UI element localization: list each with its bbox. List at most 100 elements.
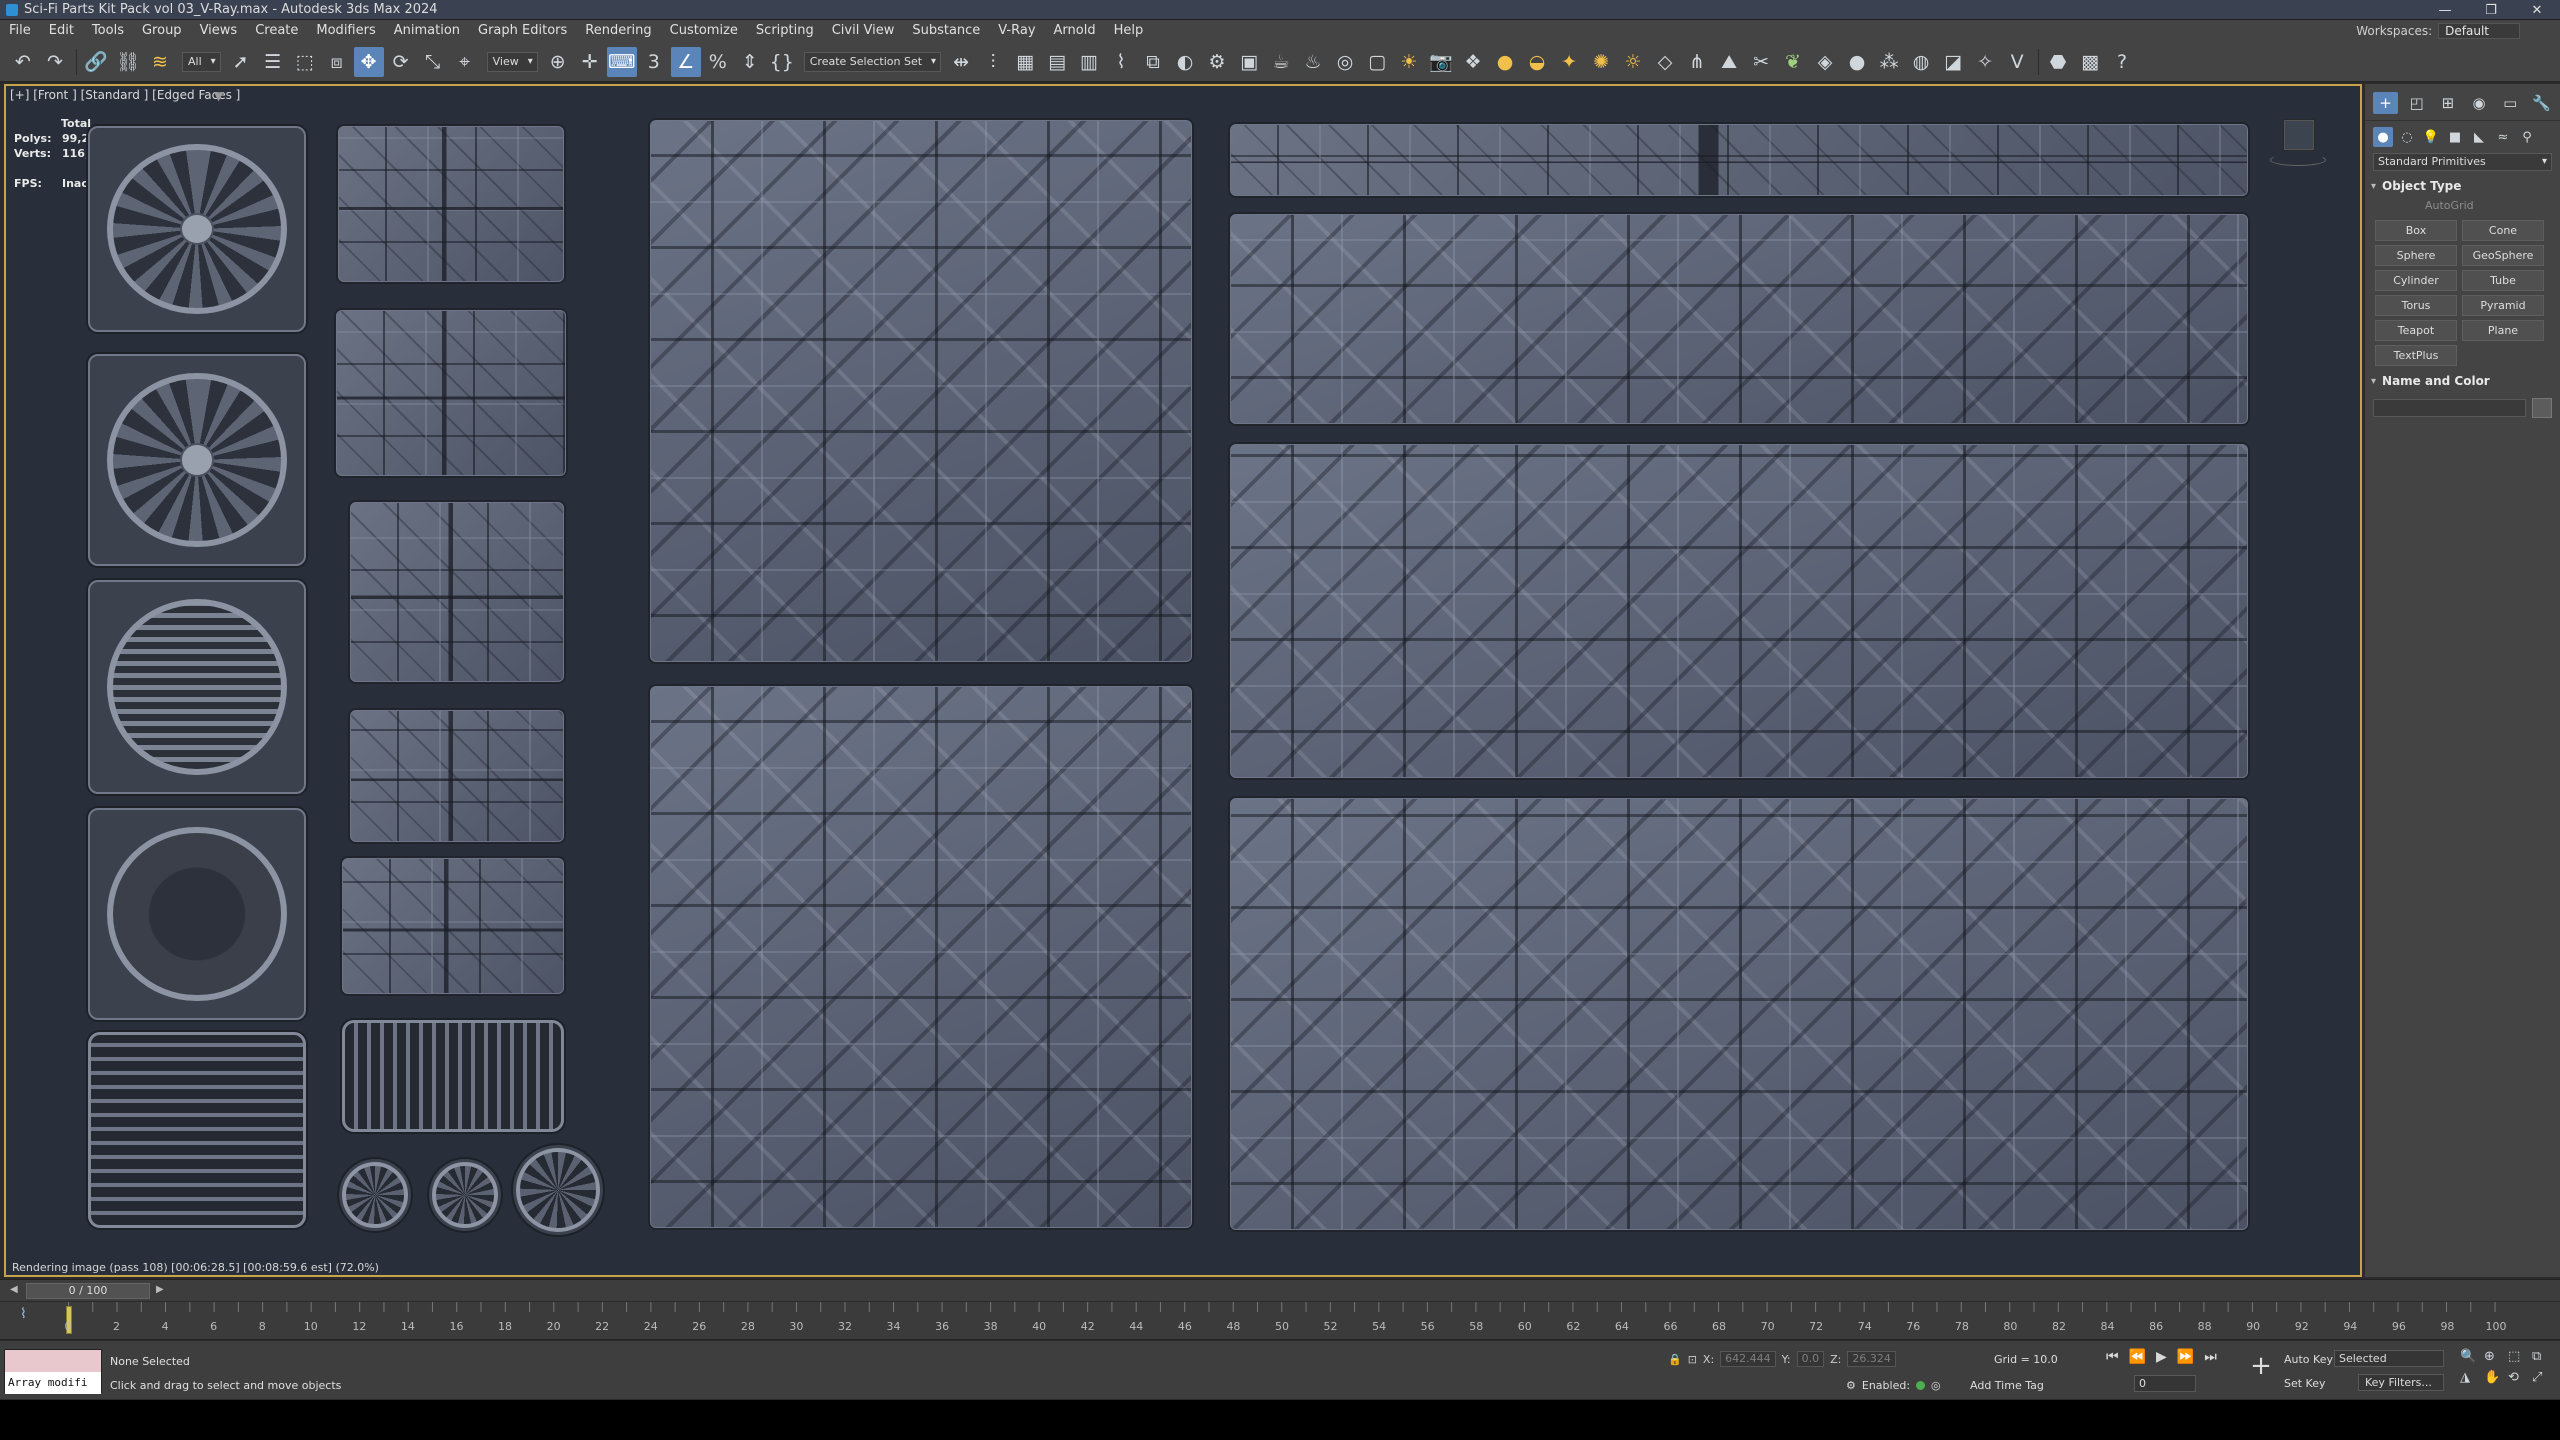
utilities-tab-icon[interactable]: 🔧 [2529, 92, 2554, 114]
viewport-label-menu[interactable]: [+] [Front ] [Standard ] [Edged Faces ] [10, 88, 240, 102]
adaptive-degradation-icon[interactable]: ⚙ [1846, 1379, 1856, 1392]
angle-snap-icon[interactable]: ∠ [670, 46, 701, 77]
select-by-name-icon[interactable]: ☰ [258, 47, 288, 77]
arnold-icon[interactable]: ⬣ [2043, 47, 2073, 77]
mini-fan-2[interactable] [432, 1162, 498, 1228]
sci-fi-panel-large-2[interactable] [650, 686, 1192, 1228]
menu-animation[interactable]: Animation [385, 20, 469, 42]
pivot-center-icon[interactable]: ⊕ [543, 47, 573, 77]
vray-material-icon[interactable]: ⁂ [1874, 47, 1904, 77]
sci-fi-wide-panel-2[interactable] [1230, 444, 2248, 778]
tube-button[interactable]: Tube [2462, 270, 2544, 291]
menu-rendering[interactable]: Rendering [576, 20, 660, 42]
schematic-view-icon[interactable]: ⧉ [1138, 47, 1168, 77]
zoom-extents-all-icon[interactable]: ⧉ [2532, 1349, 2552, 1364]
shapes-icon[interactable]: ◌ [2397, 127, 2417, 147]
time-slider[interactable]: 0 / 100 [26, 1283, 150, 1299]
toggle-ribbon-icon[interactable]: ▥ [1074, 47, 1104, 77]
rect-selection-icon[interactable]: ⬚ [290, 47, 320, 77]
vray-cosmos-icon[interactable]: ✧ [1970, 47, 2000, 77]
teapot-button[interactable]: Teapot [2375, 320, 2457, 341]
vray-sphere-icon[interactable]: ● [1842, 47, 1872, 77]
torus-button[interactable]: Torus [2375, 295, 2457, 316]
named-selection-dropdown[interactable]: Create Selection Set [803, 51, 942, 72]
vray-clipper-icon[interactable]: ✂ [1746, 47, 1776, 77]
fan-part-1[interactable] [88, 126, 306, 332]
time-prev-icon[interactable]: ◀ [10, 1284, 18, 1295]
create-tab-icon[interactable]: + [2373, 92, 2399, 114]
systems-icon[interactable]: ⚲ [2517, 127, 2537, 147]
ref-coord-dropdown[interactable]: View [486, 51, 538, 72]
track-bar[interactable]: ⌇ 0 2 4 6 8 10 12 14 16 18 20 22 24 26 28 30 32 34 36 38 40 4… [0, 1302, 2560, 1340]
mini-fan-1[interactable] [342, 1162, 408, 1228]
keyboard-shortcut-toggle-icon[interactable]: ⌨ [606, 46, 637, 77]
plane-button[interactable]: Plane [2462, 320, 2544, 341]
vray-ambient-light-icon[interactable]: ☼ [1618, 47, 1648, 77]
spinner-snap-icon[interactable]: ⇕ [735, 47, 765, 77]
edit-named-selection-icon[interactable]: {} [767, 47, 797, 77]
render-setup-icon[interactable]: ⚙ [1202, 47, 1232, 77]
sci-fi-panel-small-1[interactable] [338, 126, 564, 282]
zoom-extents-icon[interactable]: ⬚ [2508, 1349, 2528, 1364]
link-icon[interactable]: 🔗 [81, 47, 111, 77]
menu-modifiers[interactable]: Modifiers [307, 20, 384, 42]
menu-create[interactable]: Create [246, 20, 307, 42]
box-button[interactable]: Box [2375, 220, 2457, 241]
zoom-icon[interactable]: 🔍 [2460, 1349, 2480, 1364]
unlink-icon[interactable]: ⛓ [113, 47, 143, 77]
select-move-icon[interactable]: ✥ [353, 46, 384, 77]
cylinder-button[interactable]: Cylinder [2375, 270, 2457, 291]
rendered-frame-window-icon[interactable]: ▣ [1234, 47, 1264, 77]
space-warps-icon[interactable]: ≈ [2493, 127, 2513, 147]
vray-scatter-icon[interactable]: ❦ [1778, 47, 1808, 77]
play-icon[interactable]: ▶ [2156, 1349, 2167, 1365]
autogrid-checkbox[interactable]: AutoGrid [2425, 199, 2560, 212]
restore-icon[interactable]: ❐ [2468, 0, 2514, 20]
vray-vision-icon[interactable]: ◪ [1938, 47, 1968, 77]
mesh-light-icon[interactable]: ▩ [2075, 47, 2105, 77]
menu-vray[interactable]: V-Ray [989, 20, 1044, 42]
name-color-rollout[interactable]: Name and Color [2371, 374, 2554, 388]
vray-proxy-icon[interactable]: ❖ [1458, 47, 1488, 77]
menu-graph-editors[interactable]: Graph Editors [469, 20, 576, 42]
x-coordinate-field[interactable]: 642.444 [1720, 1351, 1776, 1367]
fan-part-2[interactable] [88, 354, 306, 566]
helpers-icon[interactable]: ◣ [2469, 127, 2489, 147]
viewport-filter-icon[interactable]: ▼ [214, 89, 223, 103]
mirror-icon[interactable]: ⇹ [946, 47, 976, 77]
sci-fi-panel-small-4[interactable] [350, 710, 564, 842]
sci-fi-panel-small-5[interactable] [342, 858, 564, 994]
menu-substance[interactable]: Substance [903, 20, 989, 42]
window-crossing-icon[interactable]: ⧈ [322, 47, 352, 77]
select-manipulate-icon[interactable]: ✛ [575, 47, 605, 77]
vray-fur-icon[interactable]: ⋔ [1682, 47, 1712, 77]
vray-plane-icon[interactable]: ◇ [1650, 47, 1680, 77]
sci-fi-wide-panel-3[interactable] [1230, 798, 2248, 1230]
close-icon[interactable]: ✕ [2514, 0, 2560, 20]
listener-output[interactable] [5, 1350, 101, 1372]
modify-tab-icon[interactable]: ◰ [2404, 92, 2429, 114]
minimize-icon[interactable]: — [2422, 0, 2468, 20]
percent-snap-icon[interactable]: % [703, 47, 733, 77]
sphere-button[interactable]: Sphere [2375, 245, 2457, 266]
object-type-rollout[interactable]: Object Type [2371, 179, 2554, 193]
key-selection-dropdown[interactable]: Selected [2334, 1350, 2444, 1367]
render-production-icon[interactable]: ☕ [1266, 47, 1296, 77]
viewcube[interactable] [2284, 120, 2314, 150]
z-coordinate-field[interactable]: 26.324 [1847, 1351, 1896, 1367]
time-tag-icon[interactable]: ◎ [1931, 1379, 1941, 1392]
y-coordinate-field[interactable]: 0.0 [1796, 1351, 1825, 1367]
auto-key-button[interactable]: Auto Key [2284, 1353, 2333, 1366]
vray-frame-buffer-icon[interactable]: ▢ [1362, 47, 1392, 77]
sci-fi-panel-small-2[interactable] [336, 310, 566, 476]
viewcube-compass[interactable] [2270, 154, 2326, 166]
menu-file[interactable]: File [0, 20, 40, 42]
maximize-viewport-icon[interactable]: ⤢ [2532, 1370, 2552, 1385]
current-frame-field[interactable]: 0 [2134, 1375, 2196, 1392]
object-color-swatch[interactable] [2532, 398, 2552, 418]
vray-logo-icon[interactable]: V [2002, 47, 2032, 77]
set-key-button[interactable]: Set Key [2284, 1377, 2326, 1390]
menu-customize[interactable]: Customize [661, 20, 747, 42]
zoom-all-icon[interactable]: ⊕ [2484, 1349, 2504, 1364]
textplus-button[interactable]: TextPlus [2375, 345, 2457, 366]
